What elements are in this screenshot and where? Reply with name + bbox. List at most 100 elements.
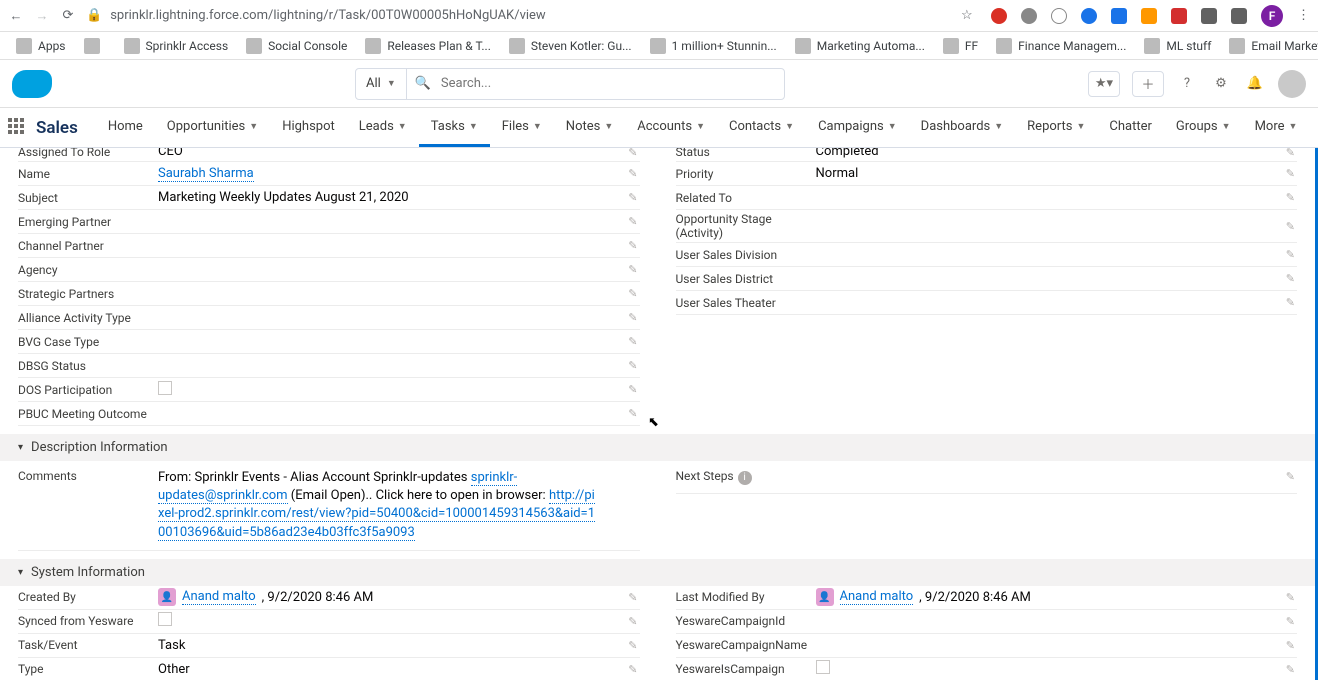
back-button[interactable]: ←	[8, 8, 24, 24]
global-actions-button[interactable]: ＋	[1132, 71, 1164, 97]
global-search[interactable]: All ▼ 🔍	[355, 68, 785, 100]
field-row: PriorityNormal✎	[676, 162, 1298, 186]
bookmark-item[interactable]: Steven Kotler: Gu...	[501, 36, 640, 56]
edit-pencil-icon[interactable]: ✎	[1286, 663, 1295, 676]
help-icon[interactable]: ?	[1176, 73, 1198, 95]
field-label: Emerging Partner	[18, 215, 158, 229]
nav-more[interactable]: More▼	[1243, 108, 1310, 147]
bookmark-item[interactable]	[76, 36, 114, 56]
edit-pencil-icon[interactable]: ✎	[628, 335, 637, 348]
ext-icon-6[interactable]	[1141, 8, 1157, 24]
edit-pencil-icon[interactable]: ✎	[628, 148, 637, 159]
edit-pencil-icon[interactable]: ✎	[628, 663, 637, 676]
nav-accounts[interactable]: Accounts▼	[625, 108, 717, 147]
user-link[interactable]: Anand malto	[840, 589, 914, 605]
favorites-button[interactable]: ★▾	[1088, 71, 1120, 97]
edit-pencil-icon[interactable]: ✎	[628, 191, 637, 204]
setup-gear-icon[interactable]: ⚙	[1210, 73, 1232, 95]
star-icon[interactable]: ☆	[961, 8, 977, 24]
ext-icon-5[interactable]	[1111, 8, 1127, 24]
nav-contacts[interactable]: Contacts▼	[717, 108, 806, 147]
edit-pencil-icon[interactable]: ✎	[1286, 615, 1295, 628]
nav-tasks[interactable]: Tasks▼	[419, 108, 490, 147]
user-link[interactable]: Anand malto	[182, 589, 256, 605]
edit-pencil-icon[interactable]: ✎	[628, 383, 637, 396]
section-description-label: Description Information	[31, 440, 168, 455]
ext-icon-4[interactable]	[1081, 8, 1097, 24]
edit-pencil-icon[interactable]: ✎	[1286, 167, 1295, 180]
chrome-menu-icon[interactable]: ⋮	[1297, 8, 1310, 23]
record-link[interactable]: Saurabh Sharma	[158, 166, 254, 182]
edit-pencil-icon[interactable]: ✎	[628, 639, 637, 652]
section-description[interactable]: ▾ Description Information	[0, 434, 1315, 461]
bookmark-item[interactable]: Marketing Automa...	[787, 36, 933, 56]
field-label: Created By	[18, 590, 158, 604]
nav-dashboards[interactable]: Dashboards▼	[909, 108, 1016, 147]
nav-groups[interactable]: Groups▼	[1164, 108, 1243, 147]
bookmark-item[interactable]: Finance Managem...	[988, 36, 1134, 56]
reload-button[interactable]: ⟳	[60, 8, 76, 24]
profile-avatar[interactable]: F	[1261, 5, 1283, 27]
edit-pencil-icon[interactable]: ✎	[628, 263, 637, 276]
edit-pencil-icon[interactable]: ✎	[1286, 148, 1295, 159]
edit-pencil-icon[interactable]: ✎	[1286, 191, 1295, 204]
field-label: Priority	[676, 167, 816, 181]
ext-icon-7[interactable]	[1171, 8, 1187, 24]
edit-pencil-icon[interactable]: ✎	[628, 215, 637, 228]
forward-button[interactable]: →	[34, 8, 50, 24]
edit-pencil-icon[interactable]: ✎	[1286, 296, 1295, 309]
bookmark-icon	[246, 38, 262, 54]
user-avatar[interactable]	[1278, 70, 1306, 98]
ext-icon-3[interactable]	[1051, 8, 1067, 24]
nav-campaigns[interactable]: Campaigns▼	[806, 108, 909, 147]
edit-pencil-icon[interactable]: ✎	[628, 167, 637, 180]
nav-reports[interactable]: Reports▼	[1015, 108, 1097, 147]
edit-pencil-icon[interactable]: ✎	[1286, 639, 1295, 652]
address-bar[interactable]: 🔒 sprinklr.lightning.force.com/lightning…	[86, 8, 951, 23]
edit-pencil-icon[interactable]: ✎	[628, 359, 637, 372]
field-row: Task/EventTask✎	[18, 634, 640, 658]
search-input[interactable]	[431, 76, 784, 91]
edit-pencil-icon[interactable]: ✎	[1286, 470, 1295, 483]
extensions-icon[interactable]	[1231, 8, 1247, 24]
nav-edit-icon[interactable]: ✎	[1309, 120, 1318, 135]
edit-pencil-icon[interactable]: ✎	[628, 287, 637, 300]
nav-highspot[interactable]: Highspot	[270, 108, 347, 147]
ext-icon-1[interactable]	[991, 8, 1007, 24]
bookmark-item[interactable]: Apps	[8, 36, 74, 56]
edit-pencil-icon[interactable]: ✎	[628, 311, 637, 324]
section-system[interactable]: ▾ System Information	[0, 559, 1315, 586]
bookmark-item[interactable]: Releases Plan & T...	[357, 36, 499, 56]
field-row: Synced from Yesware✎	[18, 610, 640, 634]
nav-chatter[interactable]: Chatter	[1097, 108, 1164, 147]
field-label: Agency	[18, 263, 158, 277]
nav-label: Campaigns	[818, 119, 884, 134]
bookmark-item[interactable]: 1 million+ Stunnin...	[642, 36, 785, 56]
salesforce-logo[interactable]	[12, 70, 52, 98]
bookmark-item[interactable]: ML stuff	[1136, 36, 1219, 56]
bookmark-item[interactable]: Sprinklr Access	[116, 36, 237, 56]
nav-home[interactable]: Home	[96, 108, 155, 147]
ext-icon-2[interactable]	[1021, 8, 1037, 24]
nav-notes[interactable]: Notes▼	[554, 108, 625, 147]
search-scope[interactable]: All ▼	[356, 69, 407, 99]
nav-files[interactable]: Files▼	[490, 108, 554, 147]
info-icon[interactable]: i	[738, 471, 752, 485]
bookmark-item[interactable]: Email Marketing -...	[1221, 36, 1318, 56]
app-launcher-icon[interactable]	[8, 118, 24, 138]
nav-leads[interactable]: Leads▼	[347, 108, 419, 147]
edit-pencil-icon[interactable]: ✎	[628, 615, 637, 628]
edit-pencil-icon[interactable]: ✎	[1286, 591, 1295, 604]
bookmark-item[interactable]: Social Console	[238, 36, 355, 56]
notifications-icon[interactable]: 🔔	[1244, 73, 1266, 95]
edit-pencil-icon[interactable]: ✎	[1286, 220, 1295, 233]
field-label: PBUC Meeting Outcome	[18, 407, 158, 421]
edit-pencil-icon[interactable]: ✎	[628, 591, 637, 604]
edit-pencil-icon[interactable]: ✎	[628, 239, 637, 252]
edit-pencil-icon[interactable]: ✎	[1286, 272, 1295, 285]
nav-opportunities[interactable]: Opportunities▼	[155, 108, 270, 147]
edit-pencil-icon[interactable]: ✎	[628, 407, 637, 420]
ext-icon-8[interactable]	[1201, 8, 1217, 24]
edit-pencil-icon[interactable]: ✎	[1286, 248, 1295, 261]
bookmark-item[interactable]: FF	[935, 36, 986, 56]
